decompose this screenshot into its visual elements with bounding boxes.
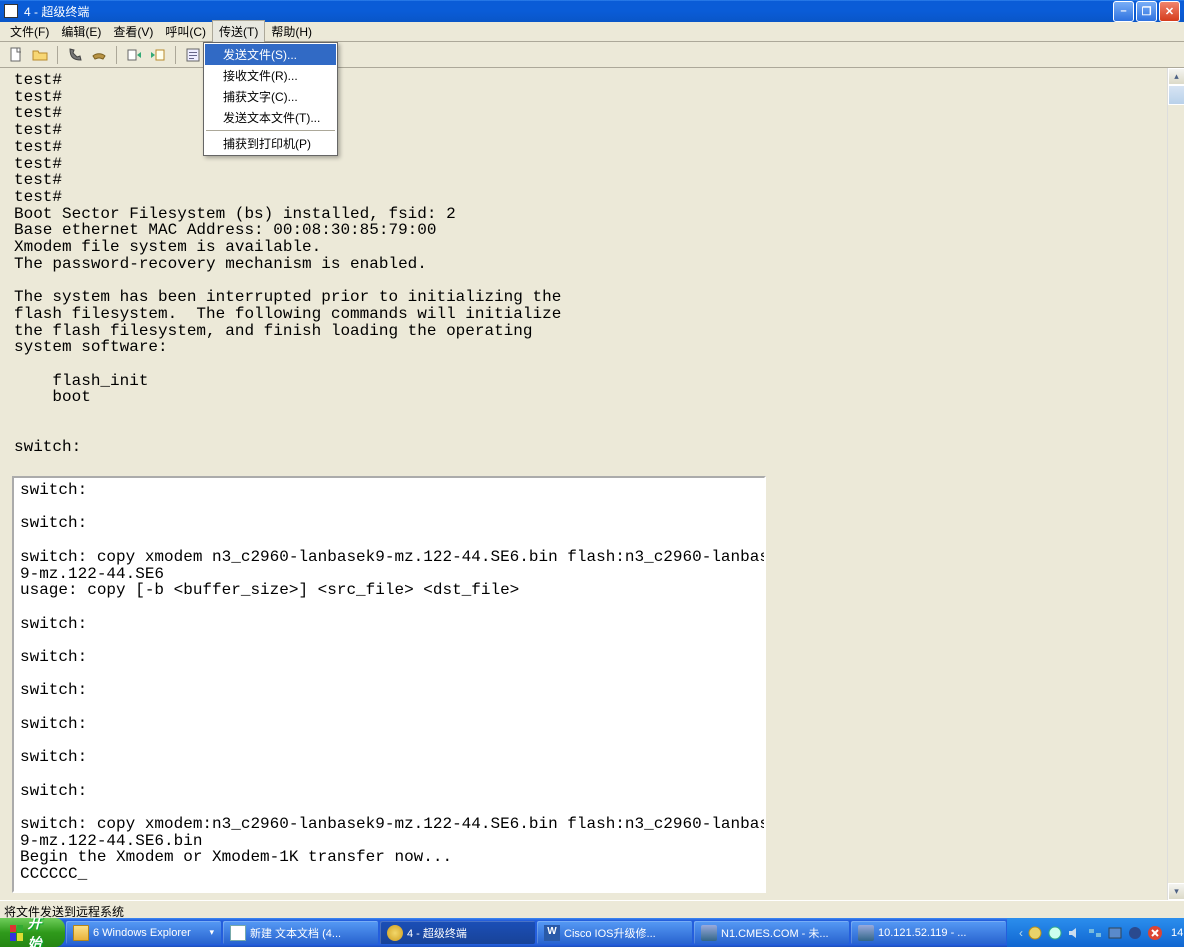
menu-send-file[interactable]: 发送文件(S)... <box>205 44 336 65</box>
taskbar-item-label: 4 - 超级终端 <box>407 925 467 941</box>
toolbar-receive-button[interactable] <box>148 45 168 65</box>
terminal-input-frame[interactable]: switch: switch: switch: copy xmodem n3_c… <box>12 476 766 893</box>
tray-icon[interactable] <box>1027 925 1043 941</box>
windows-flag-icon <box>10 925 23 941</box>
properties-icon <box>185 47 201 63</box>
chevron-down-icon: ▾ <box>209 927 214 938</box>
toolbar-separator <box>175 46 176 64</box>
statusbar: 将文件发送到远程系统 <box>0 900 1184 918</box>
terminal-output-lower: switch: switch: switch: copy xmodem n3_c… <box>14 478 764 887</box>
taskbar-item-notepad[interactable]: 新建 文本文档 (4... <box>223 921 378 944</box>
toolbar-disconnect-button[interactable] <box>89 45 109 65</box>
taskbar-item-rdp2[interactable]: 10.121.52.119 - ... <box>851 921 1006 944</box>
taskbar-item-label: 10.121.52.119 - ... <box>878 927 966 939</box>
scroll-thumb[interactable] <box>1168 85 1184 105</box>
start-label: 开始 <box>28 918 47 947</box>
toolbar <box>0 42 1184 68</box>
send-file-icon <box>126 47 142 63</box>
tray-volume-icon[interactable] <box>1067 925 1083 941</box>
menu-help[interactable]: 帮助(H) <box>265 21 318 42</box>
menu-capture-text[interactable]: 捕获文字(C)... <box>205 86 336 107</box>
tray-shield-icon[interactable] <box>1147 925 1163 941</box>
toolbar-separator <box>57 46 58 64</box>
receive-file-icon <box>150 47 166 63</box>
toolbar-new-button[interactable] <box>6 45 26 65</box>
rdp-icon <box>858 925 874 941</box>
taskbar-item-hyperterminal[interactable]: 4 - 超级终端 <box>380 921 535 944</box>
taskbar-clock[interactable]: 14:30 <box>1171 927 1184 939</box>
tray-expand-icon[interactable]: ‹ <box>1019 926 1023 940</box>
app-icon <box>4 4 18 18</box>
scroll-down-button[interactable]: ▾ <box>1168 883 1184 900</box>
toolbar-connect-button[interactable] <box>65 45 85 65</box>
window-controls: – ❐ ✕ <box>1113 1 1180 22</box>
transfer-dropdown: 发送文件(S)... 接收文件(R)... 捕获文字(C)... 发送文本文件(… <box>203 42 338 156</box>
terminal-area: test# test# test# test# test# test# test… <box>0 68 1184 900</box>
menu-send-text-file[interactable]: 发送文本文件(T)... <box>205 107 336 128</box>
folder-icon <box>73 925 89 941</box>
toolbar-separator <box>116 46 117 64</box>
phone-hangup-icon <box>91 47 107 63</box>
window-title: 4 - 超级终端 <box>24 3 1113 20</box>
taskbar-item-label: Cisco IOS升级修... <box>564 925 656 941</box>
taskbar: 开始 6 Windows Explorer ▾ 新建 文本文档 (4... 4 … <box>0 918 1184 947</box>
maximize-button[interactable]: ❐ <box>1136 1 1157 22</box>
dropdown-separator <box>206 130 335 131</box>
start-button[interactable]: 开始 <box>0 918 65 947</box>
minimize-button[interactable]: – <box>1113 1 1134 22</box>
status-text: 将文件发送到远程系统 <box>4 905 124 919</box>
close-button[interactable]: ✕ <box>1159 1 1180 22</box>
tray-icon[interactable] <box>1047 925 1063 941</box>
phone-icon <box>67 47 83 63</box>
menu-view[interactable]: 查看(V) <box>107 21 159 42</box>
menu-capture-printer[interactable]: 捕获到打印机(P) <box>205 133 336 154</box>
tray-icon[interactable] <box>1127 925 1143 941</box>
taskbar-item-label: 6 Windows Explorer <box>93 927 191 939</box>
menu-transfer[interactable]: 传送(T) <box>212 20 265 43</box>
taskbar-item-word[interactable]: W Cisco IOS升级修... <box>537 921 692 944</box>
vertical-scrollbar[interactable]: ▴ ▾ <box>1167 68 1184 900</box>
terminal-output-upper: test# test# test# test# test# test# test… <box>0 68 1184 460</box>
taskbar-item-explorer[interactable]: 6 Windows Explorer ▾ <box>66 921 221 944</box>
word-icon: W <box>544 925 560 941</box>
toolbar-send-button[interactable] <box>124 45 144 65</box>
menu-file[interactable]: 文件(F) <box>4 21 55 42</box>
system-tray: ‹ 14:30 <box>1007 918 1184 947</box>
rdp-icon <box>701 925 717 941</box>
titlebar: 4 - 超级终端 – ❐ ✕ <box>0 0 1184 22</box>
hyperterminal-icon <box>387 925 403 941</box>
scroll-up-button[interactable]: ▴ <box>1168 68 1184 85</box>
menu-call[interactable]: 呼叫(C) <box>159 21 212 42</box>
taskbar-item-label: 新建 文本文档 (4... <box>250 925 341 941</box>
menu-receive-file[interactable]: 接收文件(R)... <box>205 65 336 86</box>
taskbar-item-label: N1.CMES.COM - 未... <box>721 925 829 941</box>
textfile-icon <box>230 925 246 941</box>
open-folder-icon <box>32 47 48 63</box>
taskbar-item-rdp1[interactable]: N1.CMES.COM - 未... <box>694 921 849 944</box>
menu-edit[interactable]: 编辑(E) <box>55 21 107 42</box>
toolbar-open-button[interactable] <box>30 45 50 65</box>
new-file-icon <box>8 47 24 63</box>
menubar: 文件(F) 编辑(E) 查看(V) 呼叫(C) 传送(T) 帮助(H) <box>0 22 1184 42</box>
toolbar-properties-button[interactable] <box>183 45 203 65</box>
tray-icon[interactable] <box>1107 925 1123 941</box>
tray-network-icon[interactable] <box>1087 925 1103 941</box>
